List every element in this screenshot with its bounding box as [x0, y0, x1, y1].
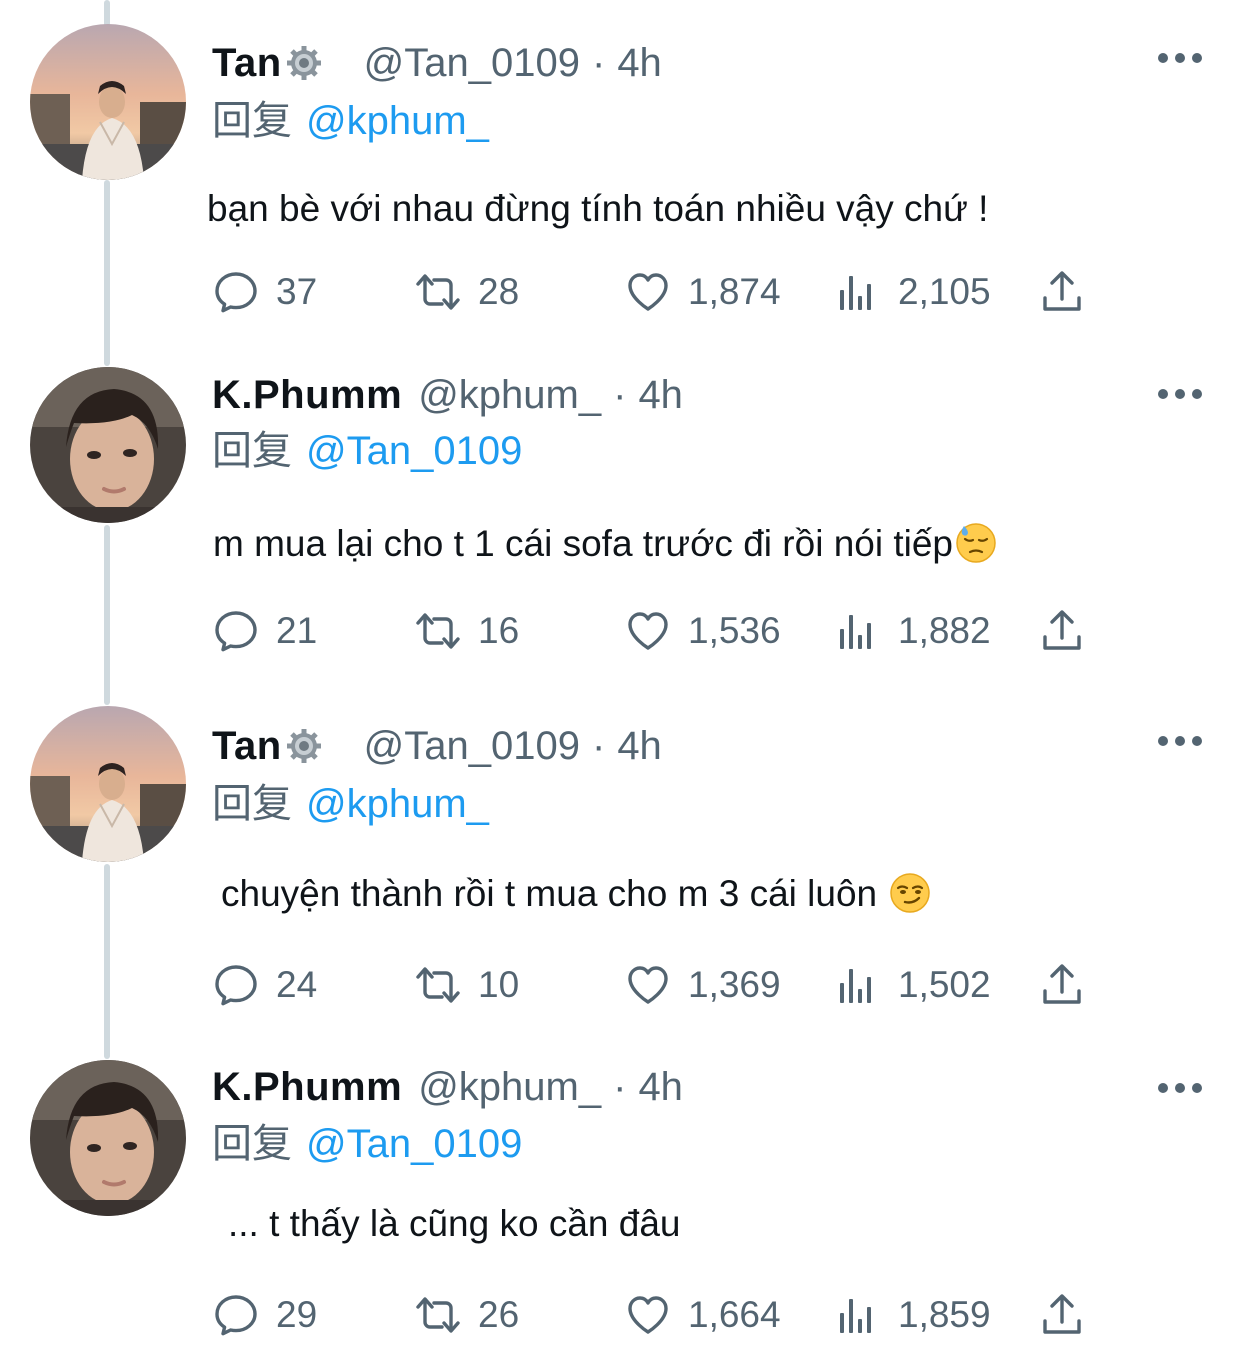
separator-dot: · — [591, 723, 606, 768]
share-icon — [1043, 1294, 1081, 1334]
tweet-text: ... t thấy là cũng ko cần đâu — [228, 1199, 681, 1249]
user-handle[interactable]: @Tan_0109 — [364, 724, 580, 769]
tweet[interactable]: K.Phumm @kphum_ · 4h 回复 @Tan_0109 ... t t… — [0, 0, 1242, 1336]
tweet-text-content: chuyện thành rồi t mua cho m 3 cái luôn — [221, 873, 888, 914]
like-count: 1,369 — [688, 964, 781, 1005]
avatar-tan[interactable] — [30, 706, 186, 862]
retweet-button[interactable]: 10 — [414, 960, 519, 1010]
reply-context: 回复 @kphum_ — [212, 779, 489, 829]
user-handle[interactable]: @kphum_ — [418, 373, 601, 418]
tweet-text: chuyện thành rồi t mua cho m 3 cái luôn — [221, 869, 931, 919]
share-button[interactable] — [1038, 606, 1086, 656]
views-icon — [840, 1299, 871, 1333]
views-count: 1,502 — [898, 964, 991, 1005]
tweet-text-content: ... t thấy là cũng ko cần đâu — [228, 1203, 681, 1244]
separator-dot: · — [613, 372, 627, 417]
downcast-face-with-sweat-emoji — [955, 522, 997, 564]
retweet-icon — [416, 967, 460, 1003]
display-name[interactable]: K.Phumm — [212, 373, 402, 418]
retweet-icon — [416, 1297, 460, 1333]
timestamp[interactable]: 4h — [638, 1065, 683, 1110]
tweet-header: K.Phumm @kphum_ · 4h — [212, 1062, 683, 1112]
reply-button[interactable]: 21 — [212, 606, 317, 656]
more-icon[interactable] — [1158, 731, 1202, 751]
like-count: 1,536 — [688, 610, 781, 651]
gear-badge-icon — [284, 726, 324, 766]
tweet-header: Tan @Tan_0109 · 4h — [212, 721, 662, 771]
like-count: 1,664 — [688, 1294, 781, 1335]
avatar-kphumm[interactable] — [30, 367, 186, 523]
reply-icon — [215, 965, 257, 1006]
views-button[interactable]: 1,502 — [834, 960, 991, 1010]
views-count: 1,859 — [898, 1294, 991, 1335]
more-icon[interactable] — [1158, 384, 1202, 404]
reply-count: 24 — [276, 964, 318, 1005]
like-icon — [628, 612, 668, 650]
reply-mention-link[interactable]: @Tan_0109 — [306, 429, 522, 473]
more-icon[interactable] — [1158, 1078, 1202, 1098]
retweet-button[interactable]: 26 — [414, 1290, 519, 1340]
views-button[interactable]: 1,882 — [834, 606, 991, 656]
views-button[interactable]: 1,859 — [834, 1290, 991, 1340]
retweet-button[interactable]: 16 — [414, 606, 519, 656]
display-name[interactable]: Tan — [212, 724, 282, 769]
reply-icon — [215, 1295, 257, 1336]
like-icon — [628, 1296, 668, 1334]
smirking-face-emoji — [889, 872, 931, 914]
reply-context: 回复 @Tan_0109 — [212, 1119, 522, 1169]
views-icon — [840, 615, 871, 649]
separator-dot: · — [613, 1064, 627, 1109]
like-icon — [628, 966, 668, 1004]
action-bar: 29 26 1,664 1,859 — [212, 1290, 1112, 1340]
views-count: 1,882 — [898, 610, 991, 651]
reply-count: 29 — [276, 1294, 318, 1335]
reply-mention-link[interactable]: @kphum_ — [306, 782, 489, 826]
share-button[interactable] — [1038, 1290, 1086, 1340]
tweet-text-content: m mua lại cho t 1 cái sofa trước đi rồi … — [213, 523, 953, 564]
retweet-count: 26 — [478, 1294, 520, 1335]
display-name[interactable]: K.Phumm — [212, 1065, 402, 1110]
reply-prefix: 回复 — [212, 429, 292, 473]
avatar-kphumm[interactable] — [30, 1060, 186, 1216]
reply-prefix: 回复 — [212, 1122, 292, 1166]
thread-line — [104, 864, 110, 1059]
retweet-count: 10 — [478, 964, 520, 1005]
reply-count: 21 — [276, 610, 318, 651]
reply-context: 回复 @Tan_0109 — [212, 426, 522, 476]
tweet-header: K.Phumm @kphum_ · 4h — [212, 370, 683, 420]
like-button[interactable]: 1,369 — [624, 960, 781, 1010]
share-button[interactable] — [1038, 960, 1086, 1010]
like-button[interactable]: 1,536 — [624, 606, 781, 656]
reply-button[interactable]: 24 — [212, 960, 317, 1010]
action-bar: 24 10 1,369 1,502 — [212, 960, 1112, 1010]
user-handle[interactable]: @kphum_ — [418, 1065, 601, 1110]
views-icon — [840, 969, 871, 1003]
timestamp[interactable]: 4h — [638, 373, 683, 418]
action-bar: 21 16 1,536 1,882 — [212, 606, 1112, 656]
reply-prefix: 回复 — [212, 782, 292, 826]
share-icon — [1043, 964, 1081, 1004]
reply-icon — [215, 611, 257, 652]
retweet-count: 16 — [478, 610, 520, 651]
share-icon — [1043, 610, 1081, 650]
like-button[interactable]: 1,664 — [624, 1290, 781, 1340]
thread-line — [104, 525, 110, 705]
reply-mention-link[interactable]: @Tan_0109 — [306, 1122, 522, 1166]
retweet-icon — [416, 613, 460, 649]
tweet-text: m mua lại cho t 1 cái sofa trước đi rồi … — [213, 519, 997, 569]
reply-button[interactable]: 29 — [212, 1290, 317, 1340]
timestamp[interactable]: 4h — [617, 724, 662, 769]
